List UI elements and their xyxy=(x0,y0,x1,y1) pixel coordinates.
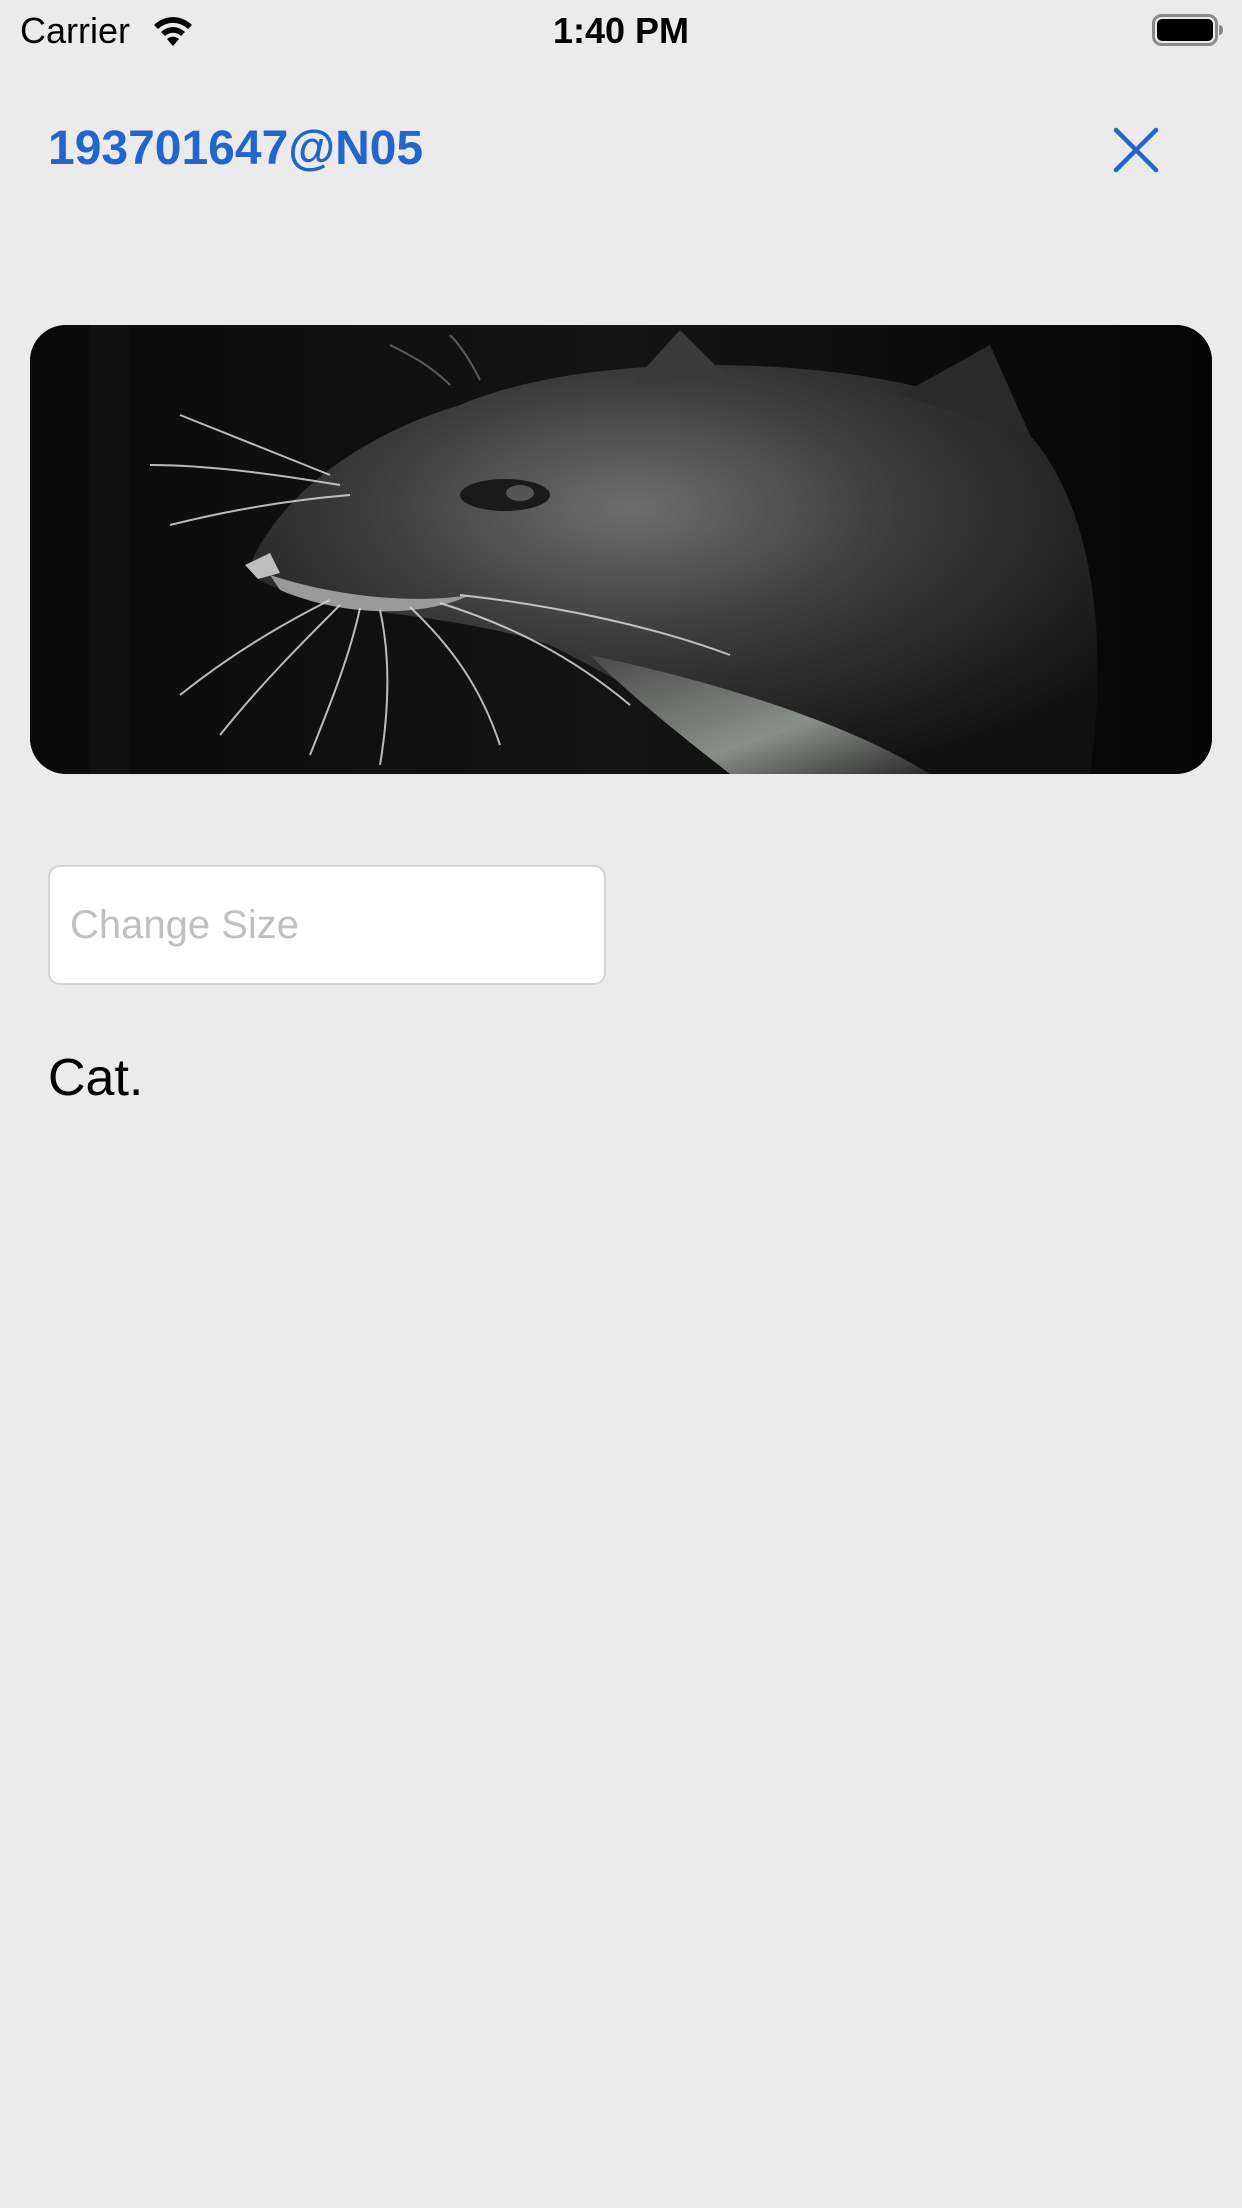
clock: 1:40 PM xyxy=(552,10,690,51)
cat-photo xyxy=(30,325,1212,774)
close-icon[interactable] xyxy=(1108,122,1164,178)
change-size-input[interactable] xyxy=(48,865,606,985)
battery-icon xyxy=(1152,14,1223,46)
status-bar: Carrier 1:40 PM xyxy=(0,0,1242,62)
photo-caption: Cat. xyxy=(48,1049,144,1107)
page-title: 193701647@N05 xyxy=(48,122,424,175)
